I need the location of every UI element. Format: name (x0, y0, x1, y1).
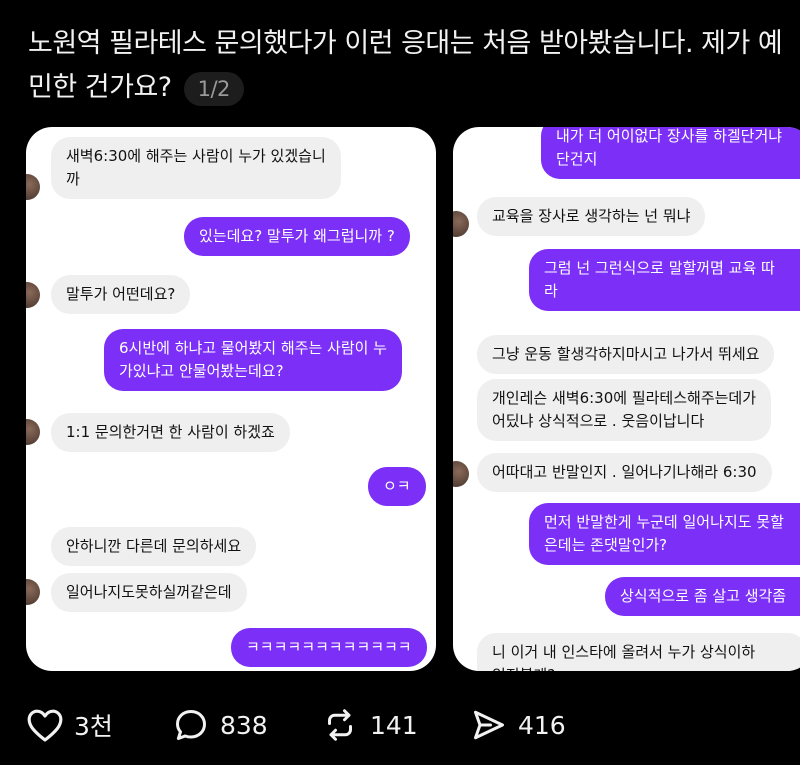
chat-message: 안하니깐 다른데 문의하세요 (51, 527, 257, 566)
chat-message: ㅇㅋ (368, 467, 426, 506)
chat-message: 새벽6:30에 해주는 사람이 누가 있겠습니 까 (51, 137, 341, 199)
post-actions-bar: 3천 838 141 416 (0, 700, 800, 750)
avatar (26, 174, 40, 200)
repost-button[interactable]: 141 (320, 700, 418, 750)
chat-message: 개인레슨 새벽6:30에 필라테스해주는데가 어딨냐 상식적으로 . 웃음이납니… (477, 379, 772, 441)
page-indicator: 1/2 (183, 71, 244, 106)
chat-message: 어따대고 반말인지 . 일어나기나해라 6:30 (477, 453, 772, 492)
repost-icon (328, 709, 352, 741)
chat-message: ㅋㅋㅋㅋㅋㅋㅋㅋㅋㅋㅋㅋ (231, 628, 427, 667)
chat-message: 1:1 문의한거면 한 사람이 하겠죠 (51, 413, 290, 452)
comment-icon (176, 710, 206, 740)
share-count: 416 (518, 710, 566, 740)
chat-message: 상식적으로 좀 살고 생각좀 (605, 577, 800, 616)
avatar (453, 211, 469, 237)
chat-message: 6시반에 하냐고 물어봤지 해주는 사람이 누 가있냐고 안물어봤는데요? (104, 329, 402, 391)
chat-screenshot-1[interactable]: 새벽6:30에 해주는 사람이 누가 있겠습니 까 있는데요? 말투가 왜그럽니… (26, 127, 436, 671)
chat-message: 교육을 장사로 생각하는 넌 뭐냐 (477, 197, 706, 236)
repost-count: 141 (370, 710, 418, 740)
avatar (26, 282, 40, 308)
chat-message: 니 이거 내 인스타에 올려서 누가 상식이하 인지볼게? (477, 633, 800, 671)
post-title: 노원역 필라테스 문의했다가 이런 응대는 처음 받아봤습니다. 제가 예민한 … (28, 28, 783, 103)
like-count: 3천 (74, 712, 113, 741)
send-icon (474, 710, 504, 740)
chat-message: 말투가 어떤데요? (51, 275, 191, 314)
chat-message: 있는데요? 말투가 왜그럽니까 ? (184, 217, 410, 256)
chat-message: 내가 더 어이없다 장사를 하겔단거냐 단건지 (541, 127, 800, 179)
avatar (453, 461, 469, 487)
chat-screenshot-2[interactable]: 내가 더 어이없다 장사를 하겔단거냐 단건지 교육을 장사로 생각하는 넌 뭐… (453, 127, 800, 671)
avatar (26, 579, 40, 605)
avatar (26, 419, 40, 445)
post-title-area: 노원역 필라테스 문의했다가 이런 응대는 처음 받아봤습니다. 제가 예민한 … (28, 22, 788, 110)
chat-message: 일어나지도못하실꺼같은데 (51, 573, 247, 612)
chat-message: 그냥 운동 할생각하지마시고 나가서 뛰세요 (477, 335, 775, 374)
chat-message: 그럼 넌 그런식으로 말할꺼몀 교육 따 라 (529, 249, 800, 311)
comment-button[interactable]: 838 (172, 700, 268, 750)
like-button[interactable]: 3천 (26, 700, 113, 750)
comment-count: 838 (220, 710, 268, 740)
share-button[interactable]: 416 (470, 700, 566, 750)
chat-message: 먼저 반말한게 누군데 일어나지도 못할 은데는 존댓말인가? (529, 503, 800, 565)
heart-icon (27, 709, 63, 742)
